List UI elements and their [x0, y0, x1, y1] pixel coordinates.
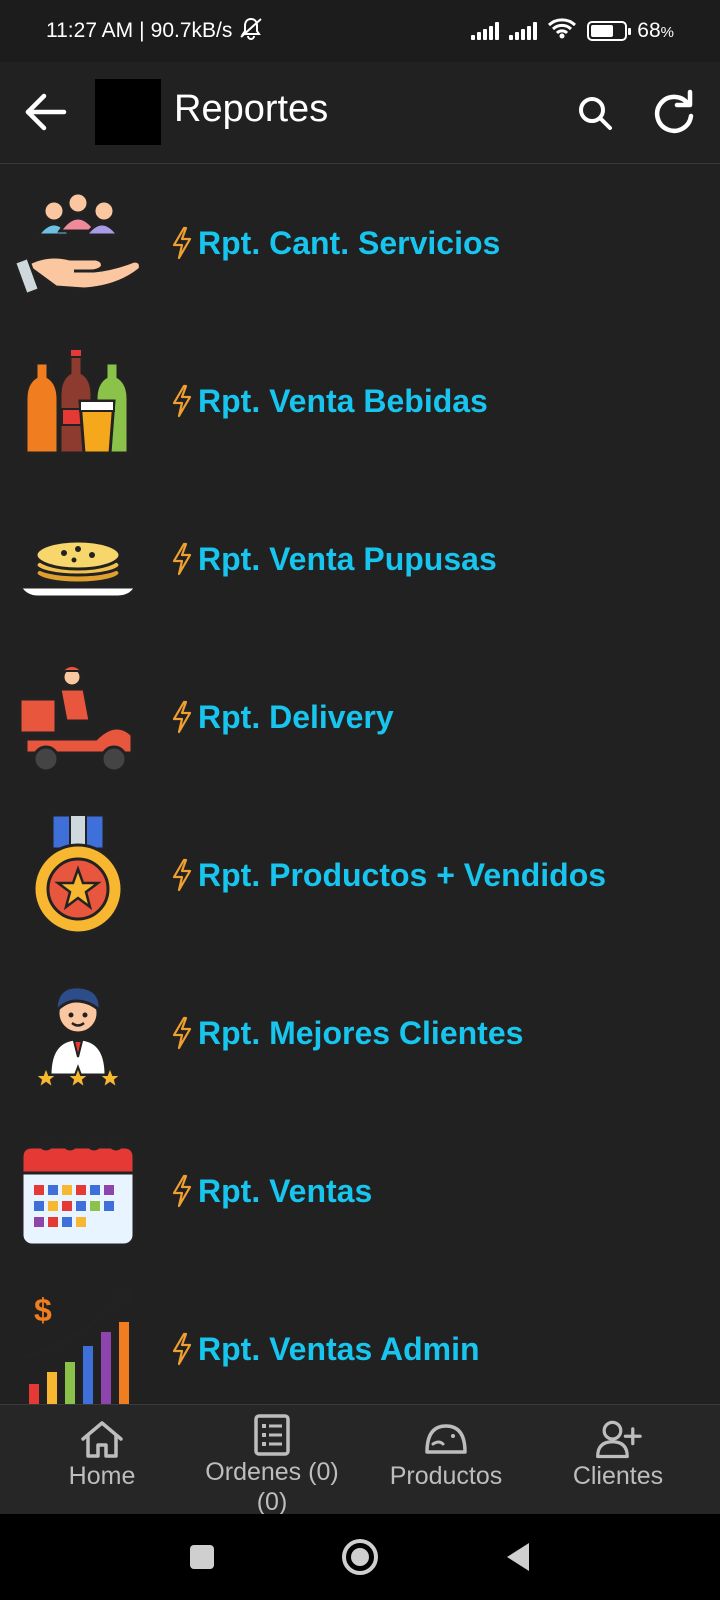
report-label-wrap: Rpt. Ventas: [170, 1173, 372, 1210]
search-icon: [579, 97, 612, 130]
report-label: Rpt. Mejores Clientes: [198, 1014, 524, 1051]
receipt-list-icon: [248, 1413, 296, 1457]
circle-icon: [342, 1539, 378, 1575]
customer-stars-icon: [16, 971, 140, 1095]
report-item-venta-bebidas[interactable]: Rpt. Venta Bebidas: [0, 322, 720, 480]
nav-home-label: Home: [68, 1462, 136, 1490]
svg-text:$: $: [34, 1292, 52, 1328]
bolt-icon: [172, 700, 192, 734]
square-icon: [190, 1545, 214, 1569]
medal-icon: [16, 813, 140, 937]
sales-growth-chart-icon: $: [16, 1287, 140, 1404]
bolt-icon: [172, 542, 192, 576]
recent-apps-button[interactable]: [180, 1535, 224, 1579]
nav-ordenes[interactable]: Ordenes (0) (0): [196, 1405, 348, 1516]
system-nav-bar: [0, 1514, 720, 1600]
report-label-wrap: Rpt. Venta Bebidas: [170, 383, 488, 420]
signal-1-icon: [471, 22, 500, 40]
app-logo: [95, 79, 161, 145]
status-right: 68%: [471, 17, 674, 45]
battery-percent: 68%: [637, 19, 674, 42]
nav-home[interactable]: Home: [50, 1405, 154, 1515]
report-label-wrap: Rpt. Productos + Vendidos: [170, 857, 606, 894]
page-title: Reportes: [174, 88, 329, 130]
battery-fill: [591, 25, 614, 37]
search-button[interactable]: [570, 88, 620, 138]
report-item-cant-servicios[interactable]: Rpt. Cant. Servicios: [0, 164, 720, 322]
report-item-delivery[interactable]: Rpt. Delivery: [0, 638, 720, 796]
report-label-wrap: Rpt. Venta Pupusas: [170, 541, 497, 578]
report-label: Rpt. Cant. Servicios: [198, 224, 501, 261]
calendar-icon: [16, 1129, 140, 1253]
triangle-back-icon: [507, 1543, 529, 1571]
bolt-icon: [172, 1332, 192, 1366]
back-system-button[interactable]: [496, 1535, 540, 1579]
app-bar: Reportes: [0, 62, 720, 164]
drinks-icon: [16, 339, 140, 463]
battery-icon: [587, 21, 632, 41]
report-item-ventas-admin[interactable]: $ Rpt. Ventas Admin: [0, 1270, 720, 1404]
report-list: Rpt. Cant. Servicios Rpt. Venta Bebidas: [0, 164, 720, 1404]
report-label-wrap: Rpt. Cant. Servicios: [170, 225, 500, 262]
bolt-icon: [172, 858, 192, 892]
report-label: Rpt. Productos + Vendidos: [198, 856, 607, 893]
status-separator: |: [139, 19, 145, 42]
report-item-venta-pupusas[interactable]: Rpt. Venta Pupusas: [0, 480, 720, 638]
back-button[interactable]: [20, 86, 72, 138]
report-item-ventas[interactable]: Rpt. Ventas: [0, 1112, 720, 1270]
bolt-icon: [172, 226, 192, 260]
delivery-scooter-icon: [16, 655, 140, 779]
status-bar: 11:27 AM | 90.7kB/s 68%: [0, 0, 720, 62]
pupusas-plate-icon: [16, 497, 140, 621]
nav-ordenes-label: Ordenes (0): [205, 1458, 339, 1486]
nav-productos-label: Productos: [389, 1462, 503, 1490]
refresh-button[interactable]: [644, 82, 704, 142]
report-label: Rpt. Ventas: [198, 1172, 373, 1209]
bottom-nav: Home Ordenes (0) (0) Productos Clientes: [0, 1404, 720, 1516]
bolt-icon: [172, 1174, 192, 1208]
refresh-icon: [654, 89, 694, 134]
signal-2-icon: [509, 22, 538, 40]
report-label: Rpt. Venta Bebidas: [198, 382, 488, 419]
status-time: 11:27 AM: [46, 19, 134, 42]
report-label: Rpt. Venta Pupusas: [198, 540, 497, 577]
report-item-mejores-clientes[interactable]: Rpt. Mejores Clientes: [0, 954, 720, 1112]
nav-productos[interactable]: Productos: [376, 1405, 516, 1515]
report-label-wrap: Rpt. Mejores Clientes: [170, 1015, 523, 1052]
bolt-icon: [172, 384, 192, 418]
report-label: Rpt. Delivery: [198, 698, 394, 735]
arrow-left-icon: [25, 93, 67, 131]
report-label-wrap: Rpt. Delivery: [170, 699, 394, 736]
report-label: Rpt. Ventas Admin: [198, 1330, 480, 1367]
taco-icon: [422, 1417, 470, 1461]
status-left: 11:27 AM | 90.7kB/s: [46, 16, 264, 46]
bolt-icon: [172, 1016, 192, 1050]
status-network-speed: 90.7kB/s: [150, 19, 233, 42]
nav-ordenes-sublabel: (0): [256, 1488, 288, 1516]
wifi-icon: [547, 17, 577, 45]
report-item-productos-vendidos[interactable]: Rpt. Productos + Vendidos: [0, 796, 720, 954]
home-system-button[interactable]: [338, 1535, 382, 1579]
people-hand-icon: [16, 181, 140, 305]
nav-clientes[interactable]: Clientes: [556, 1405, 680, 1515]
add-user-icon: [594, 1417, 642, 1461]
mute-icon: [238, 16, 264, 46]
home-icon: [78, 1417, 126, 1461]
nav-clientes-label: Clientes: [572, 1462, 664, 1490]
report-label-wrap: Rpt. Ventas Admin: [170, 1331, 480, 1368]
